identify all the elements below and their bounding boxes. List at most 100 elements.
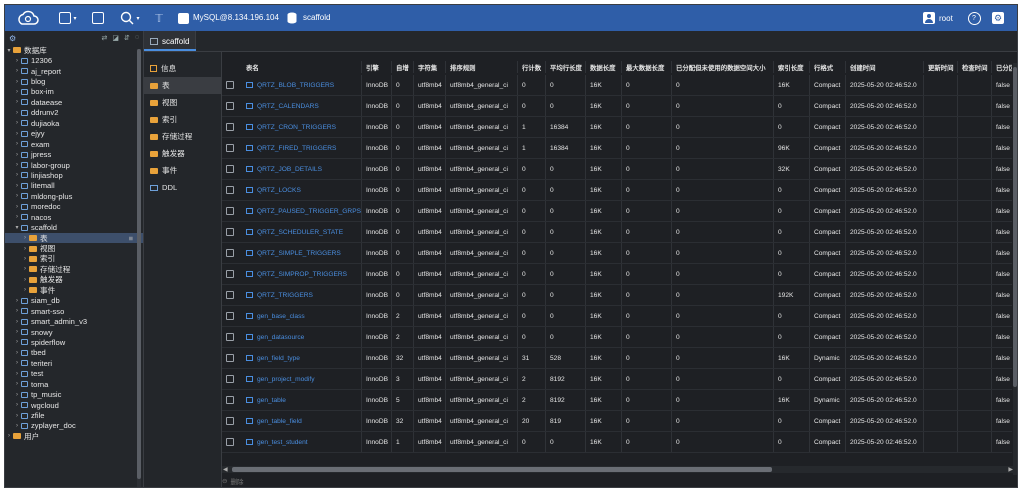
table-name-cell[interactable]: QRTZ_SIMPLE_TRIGGERS <box>222 243 362 263</box>
chevron-right-icon[interactable]: › <box>21 287 29 293</box>
sort-icon[interactable]: ⇵ <box>124 34 130 42</box>
table-row[interactable]: QRTZ_LOCKS InnoDB 0 utf8mb4 utf8mb4_general_… <box>222 180 1012 201</box>
hamburger-icon[interactable]: ≡ <box>129 234 133 243</box>
row-checkbox[interactable] <box>226 438 234 446</box>
tree-folder-item[interactable]: › 用户 <box>5 431 143 441</box>
table-row[interactable]: QRTZ_SIMPROP_TRIGGERS InnoDB 0 utf8mb4 utf8m… <box>222 264 1012 285</box>
column-header[interactable]: 平均行长度 <box>546 61 586 73</box>
tree-database-item[interactable]: › dujiaoka <box>5 118 143 128</box>
table-name-link[interactable]: QRTZ_SCHEDULER_STATE <box>246 229 343 236</box>
tree-folder-item[interactable]: › 触发器 <box>5 275 143 285</box>
tree-database-item[interactable]: › zfile <box>5 410 143 420</box>
table-row[interactable]: QRTZ_TRIGGERS InnoDB 0 utf8mb4 utf8mb4_gener… <box>222 285 1012 306</box>
tree-folder-item[interactable]: › 事件 <box>5 285 143 295</box>
table-name-link[interactable]: QRTZ_CRON_TRIGGERS <box>246 124 336 131</box>
table-name-link[interactable]: QRTZ_SIMPROP_TRIGGERS <box>246 271 347 278</box>
table-view-icon[interactable] <box>91 9 105 27</box>
chevron-right-icon[interactable]: › <box>13 89 21 95</box>
grid-horizontal-scrollbar[interactable]: ◀ ▶ <box>222 466 1014 473</box>
chevron-right-icon[interactable]: › <box>13 423 21 429</box>
table-name-cell[interactable]: gen_test_student <box>222 432 362 452</box>
tree-database-item[interactable]: › dataease <box>5 97 143 107</box>
row-checkbox[interactable] <box>226 123 234 131</box>
table-name-link[interactable]: gen_datasource <box>246 334 304 341</box>
help-icon[interactable]: ? <box>967 9 981 27</box>
row-checkbox[interactable] <box>226 186 234 194</box>
table-row[interactable]: QRTZ_BLOB_TRIGGERS InnoDB 0 utf8mb4 utf8mb4_… <box>222 75 1012 96</box>
category-item[interactable]: DDL <box>144 179 221 196</box>
table-row[interactable]: gen_table_field InnoDB 32 utf8mb4 utf8mb4_ge… <box>222 411 1012 432</box>
table-name-cell[interactable]: QRTZ_SCHEDULER_STATE <box>222 222 362 242</box>
tree-database-item[interactable]: › blog <box>5 76 143 86</box>
row-checkbox[interactable] <box>226 228 234 236</box>
chevron-right-icon[interactable]: › <box>21 256 29 262</box>
category-item[interactable]: 信息 <box>144 60 221 77</box>
tree-database-item[interactable]: › siam_db <box>5 296 143 306</box>
tree-database-item[interactable]: › torna <box>5 379 143 389</box>
column-header[interactable]: 排序规则 <box>446 61 518 73</box>
category-item[interactable]: 视图 <box>144 94 221 111</box>
row-checkbox[interactable] <box>226 354 234 362</box>
table-row[interactable]: gen_project_modify InnoDB 3 utf8mb4 utf8mb4_… <box>222 369 1012 390</box>
row-checkbox[interactable] <box>226 249 234 257</box>
tree-database-item[interactable]: › labor-group <box>5 160 143 170</box>
tree-database-item[interactable]: › aj_report <box>5 66 143 76</box>
chevron-right-icon[interactable]: › <box>13 319 21 325</box>
column-header[interactable]: 创建时间 <box>846 61 924 73</box>
row-checkbox[interactable] <box>226 375 234 383</box>
tree-database-item[interactable]: › spiderflow <box>5 337 143 347</box>
table-name-cell[interactable]: QRTZ_FIRED_TRIGGERS <box>222 138 362 158</box>
tree-database-item[interactable]: › nacos <box>5 212 143 222</box>
format-icon[interactable]: 𝕋 <box>153 9 165 27</box>
tree-folder-item[interactable]: › 表 ≡ <box>5 232 143 244</box>
category-item[interactable]: 存储过程 <box>144 128 221 145</box>
column-header[interactable]: 引擎 <box>362 61 392 73</box>
table-row[interactable]: gen_table InnoDB 5 utf8mb4 utf8mb4_general_c… <box>222 390 1012 411</box>
column-header[interactable]: 行计数 <box>518 61 546 73</box>
table-row[interactable]: QRTZ_CALENDARS InnoDB 0 utf8mb4 utf8mb4_gene… <box>222 96 1012 117</box>
tree-database-item[interactable]: › litemall <box>5 181 143 191</box>
tree-database-item[interactable]: › teriteri <box>5 358 143 368</box>
status-label[interactable]: 删除 <box>230 476 243 486</box>
chevron-right-icon[interactable]: › <box>13 68 21 74</box>
column-header[interactable]: 更新时间 <box>924 61 958 73</box>
category-item[interactable]: 事件 <box>144 162 221 179</box>
tree-database-item[interactable]: › exam <box>5 139 143 149</box>
row-checkbox[interactable] <box>226 144 234 152</box>
row-checkbox[interactable] <box>226 333 234 341</box>
table-name-link[interactable]: QRTZ_SIMPLE_TRIGGERS <box>246 250 341 257</box>
table-name-link[interactable]: gen_field_type <box>246 355 300 362</box>
tree-database-item[interactable]: › test <box>5 369 143 379</box>
table-row[interactable]: QRTZ_PAUSED_TRIGGER_GRPS InnoDB 0 utf8mb4 ut… <box>222 201 1012 222</box>
tab-scaffold[interactable]: scaffold <box>144 31 196 51</box>
column-header[interactable]: 数据长度 <box>586 61 622 73</box>
row-checkbox[interactable] <box>226 396 234 404</box>
column-header[interactable]: 已分配但未使用的数据空间大小 <box>672 61 774 73</box>
chevron-right-icon[interactable]: › <box>13 58 21 64</box>
connection-label[interactable]: MySQL@8.134.196.104 <box>193 13 279 22</box>
row-checkbox[interactable] <box>226 207 234 215</box>
table-name-cell[interactable]: gen_base_class <box>222 306 362 326</box>
chevron-right-icon[interactable]: › <box>13 329 21 335</box>
table-name-link[interactable]: QRTZ_BLOB_TRIGGERS <box>246 82 334 89</box>
table-name-link[interactable]: gen_project_modify <box>246 376 315 383</box>
column-header[interactable]: 最大数据长度 <box>622 61 672 73</box>
table-name-link[interactable]: QRTZ_FIRED_TRIGGERS <box>246 145 336 152</box>
table-name-cell[interactable]: QRTZ_PAUSED_TRIGGER_GRPS <box>222 201 362 221</box>
chevron-right-icon[interactable]: › <box>13 381 21 387</box>
table-name-cell[interactable]: QRTZ_TRIGGERS <box>222 285 362 305</box>
category-item[interactable]: 索引 <box>144 111 221 128</box>
table-name-cell[interactable]: gen_table <box>222 390 362 410</box>
column-header[interactable]: 自增 <box>392 61 414 73</box>
chevron-right-icon[interactable]: › <box>13 308 21 314</box>
filter-icon[interactable]: ◪ <box>112 34 119 42</box>
refresh-icon[interactable]: ◌ <box>135 34 139 42</box>
tree-database-item[interactable]: › ejyy <box>5 129 143 139</box>
chevron-right-icon[interactable]: › <box>13 110 21 116</box>
chevron-right-icon[interactable]: › <box>13 402 21 408</box>
tree-database-item[interactable]: › snowy <box>5 327 143 337</box>
tree-database-item[interactable]: › moredoc <box>5 202 143 212</box>
table-name-cell[interactable]: QRTZ_CRON_TRIGGERS <box>222 117 362 137</box>
table-row[interactable]: gen_test_student InnoDB 1 utf8mb4 utf8mb4_ge… <box>222 432 1012 453</box>
row-checkbox[interactable] <box>226 312 234 320</box>
